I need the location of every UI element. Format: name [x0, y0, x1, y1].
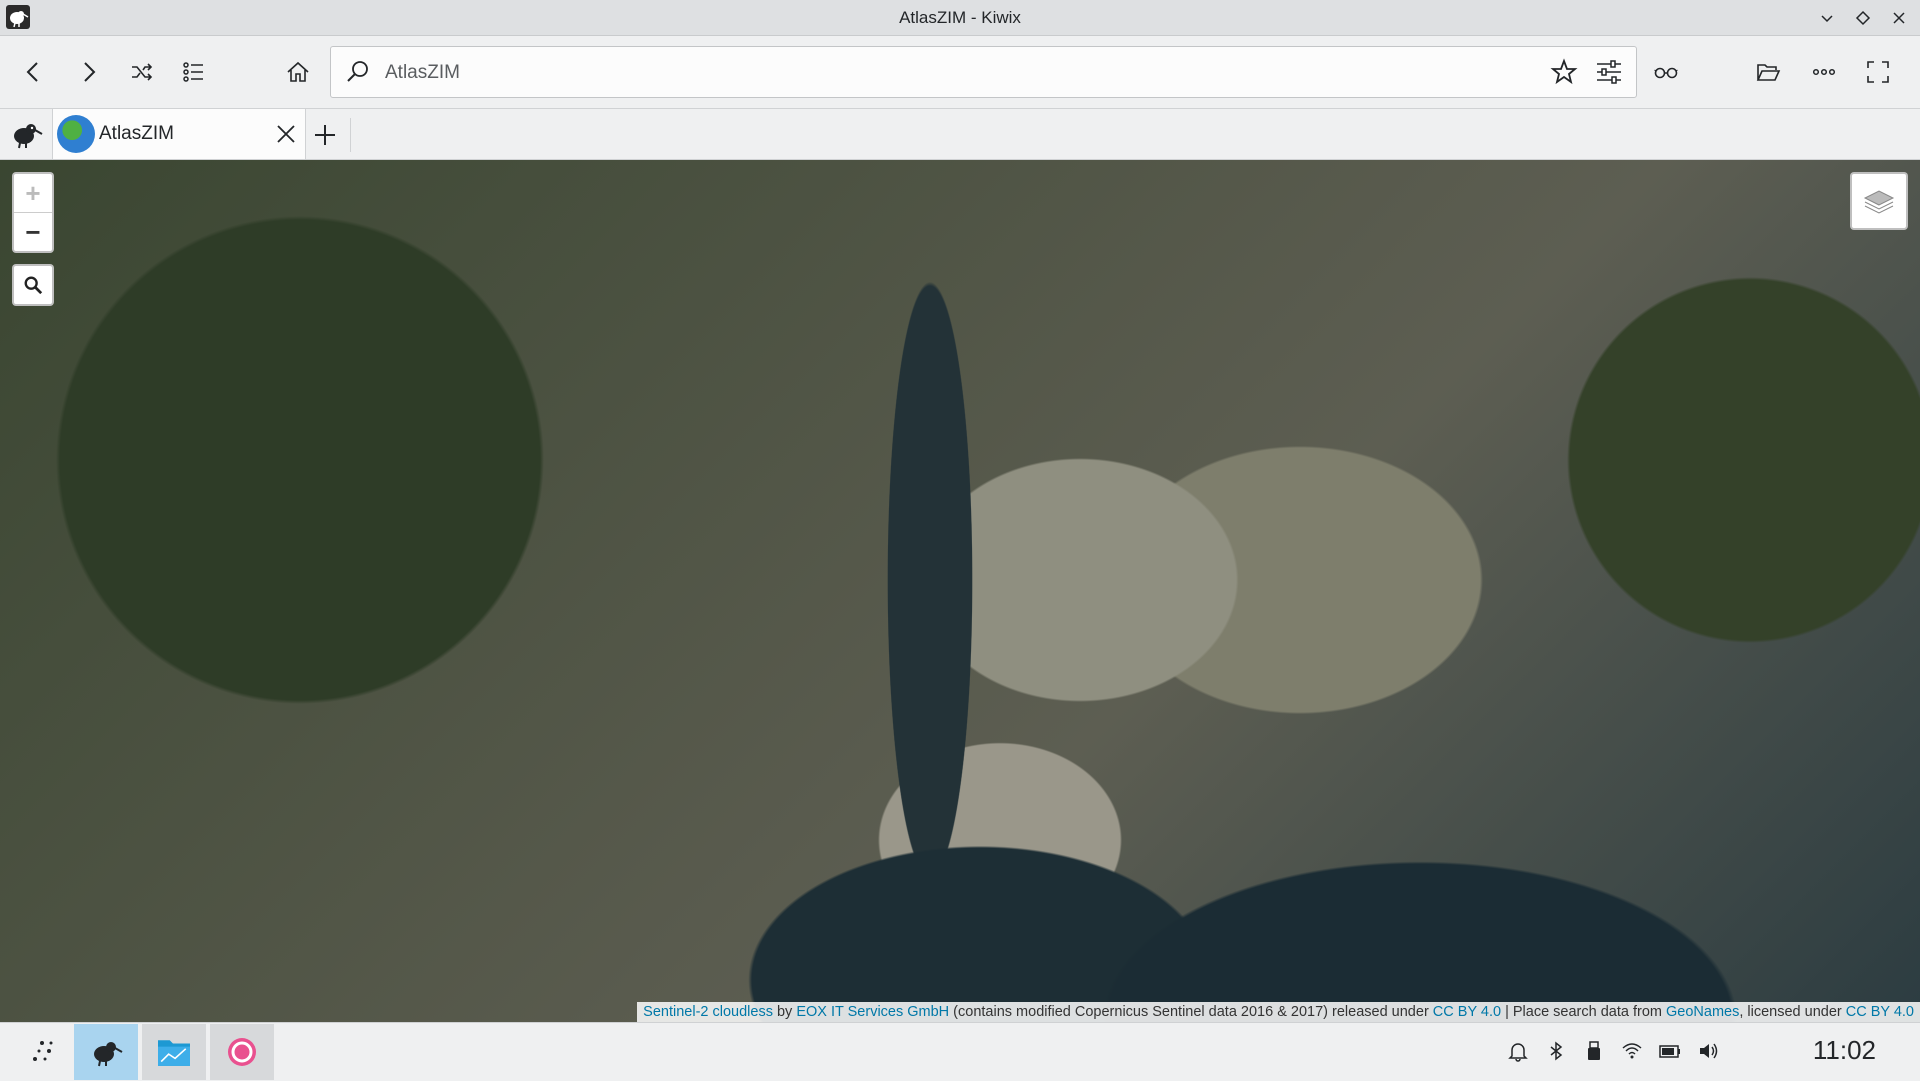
- attribution-text: | Place search data from: [1501, 1004, 1666, 1020]
- search-input[interactable]: [383, 55, 1507, 91]
- tab-bar: AtlasZIM: [0, 109, 1920, 160]
- forward-button[interactable]: [70, 54, 106, 90]
- folder-icon: [158, 1040, 190, 1066]
- window-title: AtlasZIM - Kiwix: [899, 8, 1021, 27]
- new-tab-button[interactable]: [308, 118, 351, 152]
- more-menu-button[interactable]: [1806, 54, 1842, 90]
- home-button[interactable]: [280, 54, 316, 90]
- folder-open-icon: [1756, 64, 1781, 81]
- app-launcher-button[interactable]: [10, 1024, 74, 1080]
- more-horizontal-icon: [1812, 68, 1836, 76]
- search-bar[interactable]: [330, 46, 1637, 98]
- shuffle-icon: [132, 63, 153, 81]
- kiwix-icon: [94, 1042, 123, 1067]
- geonames-link[interactable]: GeoNames: [1666, 1004, 1739, 1020]
- usb-drive-icon[interactable]: [1582, 1039, 1606, 1063]
- kiwix-library-icon: [14, 124, 43, 149]
- bluetooth-icon[interactable]: [1544, 1039, 1568, 1063]
- search-icon: [347, 61, 368, 82]
- minimize-icon[interactable]: [1816, 7, 1838, 29]
- glasses-icon: [1654, 67, 1678, 79]
- satellite-map[interactable]: + − Sentinel-2 cloudless by EOX IT Servi…: [0, 160, 1920, 1022]
- sentinel-link[interactable]: Sentinel-2 cloudless: [643, 1004, 773, 1020]
- license-link[interactable]: CC BY 4.0: [1433, 1004, 1501, 1020]
- taskbar-clock[interactable]: 11:02: [1813, 1035, 1876, 1066]
- attribution-text: , licensed under: [1739, 1004, 1846, 1020]
- list-icon: [183, 62, 203, 82]
- chevron-right-icon: [84, 62, 96, 82]
- attribution-text: by: [772, 1004, 797, 1020]
- random-article-button[interactable]: [124, 54, 160, 90]
- volume-icon[interactable]: [1696, 1039, 1720, 1063]
- maximize-icon[interactable]: [1852, 7, 1874, 29]
- license-link[interactable]: CC BY 4.0: [1846, 1004, 1914, 1020]
- map-search-button[interactable]: [12, 264, 54, 306]
- zoom-control: + −: [12, 172, 54, 253]
- eox-link[interactable]: EOX IT Services GmbH: [796, 1004, 949, 1020]
- attribution-text: (contains modified Copernicus Sentinel d…: [949, 1004, 1433, 1020]
- layers-control-button[interactable]: [1850, 172, 1908, 230]
- fullscreen-icon: [1867, 61, 1889, 83]
- tab-label: AtlasZIM: [99, 123, 174, 144]
- zoom-in-button[interactable]: +: [14, 174, 52, 213]
- chevron-left-icon: [26, 62, 38, 82]
- wifi-icon[interactable]: [1620, 1039, 1644, 1063]
- taskbar-kiwix[interactable]: [74, 1024, 138, 1080]
- magnifier-icon: [24, 276, 43, 295]
- close-tab-icon[interactable]: [273, 121, 299, 147]
- close-window-icon[interactable]: [1888, 7, 1910, 29]
- bookmark-star-icon[interactable]: [1550, 58, 1578, 86]
- taskbar: 11:02: [0, 1022, 1920, 1081]
- taskbar-file-manager[interactable]: [142, 1024, 206, 1080]
- battery-icon[interactable]: [1658, 1039, 1682, 1063]
- back-button[interactable]: [16, 54, 52, 90]
- table-of-contents-button[interactable]: [176, 54, 212, 90]
- globe-icon: [57, 115, 95, 153]
- map-attribution: Sentinel-2 cloudless by EOX IT Services …: [637, 1002, 1920, 1022]
- reading-mode-button[interactable]: [1648, 54, 1684, 90]
- notifications-icon[interactable]: [1506, 1039, 1530, 1063]
- open-file-button[interactable]: [1750, 54, 1786, 90]
- zoom-out-button[interactable]: −: [14, 213, 52, 251]
- fullscreen-button[interactable]: [1860, 54, 1896, 90]
- title-bar: AtlasZIM - Kiwix: [0, 0, 1920, 36]
- tab-atlaszim[interactable]: AtlasZIM: [53, 109, 306, 159]
- library-tab[interactable]: [0, 109, 53, 159]
- launcher-icon: [33, 1041, 53, 1061]
- layers-icon: [1863, 190, 1895, 214]
- app-circle-icon: [228, 1038, 256, 1066]
- sliders-icon[interactable]: [1594, 58, 1624, 86]
- home-icon: [287, 61, 309, 82]
- plus-icon: [315, 125, 335, 145]
- toolbar: [0, 36, 1920, 109]
- taskbar-app-pink[interactable]: [210, 1024, 274, 1080]
